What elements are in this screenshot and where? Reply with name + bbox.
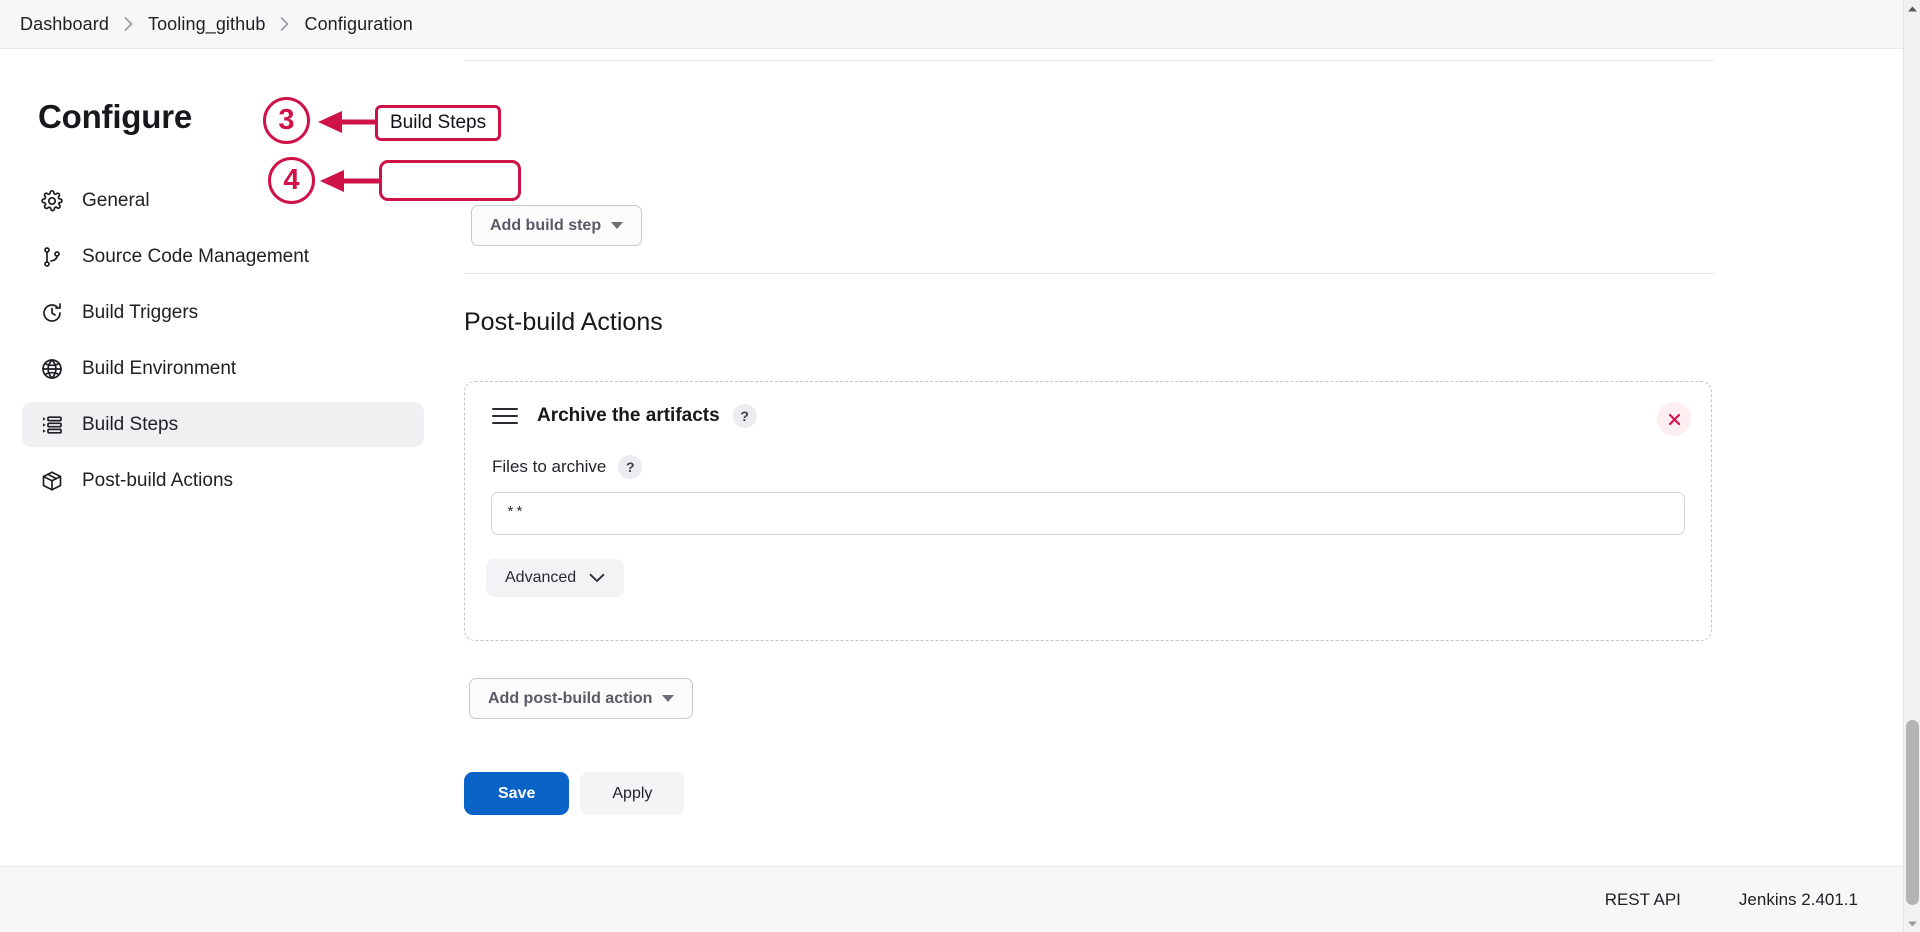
sidebar-item-label: General [82,190,150,212]
add-build-step-button[interactable]: Add build step [471,205,642,246]
advanced-label: Advanced [505,569,576,587]
card-header: Archive the artifacts ? [465,382,1711,428]
card-title: Archive the artifacts [537,405,720,427]
close-icon [1667,412,1682,427]
chevron-right-icon [123,16,134,32]
scroll-down-arrow-icon[interactable] [1904,915,1920,932]
sidebar-item-build-steps[interactable]: Build Steps [22,402,424,447]
clock-icon [39,300,65,326]
caret-down-icon [662,695,674,702]
save-button[interactable]: Save [464,772,569,815]
sidebar-item-general[interactable]: General [22,178,424,223]
arrow-left-icon [316,108,378,136]
breadcrumb-item-configuration[interactable]: Configuration [304,14,412,35]
sidebar: General Source Code Management [22,178,424,514]
page-root: Dashboard Tooling_github Configuration C… [0,0,1920,932]
files-to-archive-input[interactable] [491,492,1685,535]
add-post-build-action-label: Add post-build action [488,690,652,708]
annotation-3-arrow [316,108,378,141]
branch-icon [39,244,65,270]
caret-down-icon [611,222,623,229]
globe-icon [39,356,65,382]
sidebar-item-label: Post-build Actions [82,470,233,492]
sidebar-item-label: Build Steps [82,414,178,436]
annotation-3-circle: 3 [263,97,310,144]
sidebar-item-label: Build Environment [82,358,236,380]
scrollbar-thumb[interactable] [1906,720,1919,905]
rest-api-link[interactable]: REST API [1605,890,1681,910]
form-actions: Save Apply [464,772,684,815]
page-scrollbar[interactable] [1903,0,1920,932]
chevron-right-icon [279,16,290,32]
divider [464,273,1714,274]
jenkins-version-label: Jenkins 2.401.1 [1739,890,1858,910]
main-content: Add build step Post-build Actions Archiv… [464,60,1714,274]
help-icon[interactable]: ? [733,404,757,428]
breadcrumb-item-project[interactable]: Tooling_github [148,14,266,35]
gear-icon [39,188,65,214]
sidebar-item-label: Source Code Management [82,246,309,268]
help-icon[interactable]: ? [618,455,642,479]
breadcrumb: Dashboard Tooling_github Configuration [0,0,1903,49]
page-title: Configure [38,98,192,136]
apply-button[interactable]: Apply [580,772,684,815]
sidebar-item-build-triggers[interactable]: Build Triggers [22,290,424,335]
breadcrumb-item-dashboard[interactable]: Dashboard [20,14,109,35]
remove-action-button[interactable] [1657,402,1691,436]
scroll-up-arrow-icon[interactable] [1904,0,1920,17]
sidebar-item-source-code-management[interactable]: Source Code Management [22,234,424,279]
sidebar-item-label: Build Triggers [82,302,198,324]
footer: REST API Jenkins 2.401.1 [0,866,1903,932]
post-build-action-card: Archive the artifacts ? Files to archive… [464,381,1712,641]
advanced-toggle-button[interactable]: Advanced [486,559,624,597]
drag-handle-icon[interactable] [492,405,518,427]
build-steps-section: Add build step [464,61,1714,273]
add-post-build-action-button[interactable]: Add post-build action [469,678,693,719]
package-icon [39,468,65,494]
files-to-archive-label-row: Files to archive ? [465,428,1711,479]
post-build-actions-heading: Post-build Actions [464,308,663,337]
add-build-step-label: Add build step [490,217,601,235]
sidebar-item-post-build-actions[interactable]: Post-build Actions [22,458,424,503]
chevron-down-icon [589,573,605,583]
list-icon [39,412,65,438]
sidebar-item-build-environment[interactable]: Build Environment [22,346,424,391]
files-to-archive-label: Files to archive [492,457,606,477]
annotation-number: 3 [263,97,310,144]
